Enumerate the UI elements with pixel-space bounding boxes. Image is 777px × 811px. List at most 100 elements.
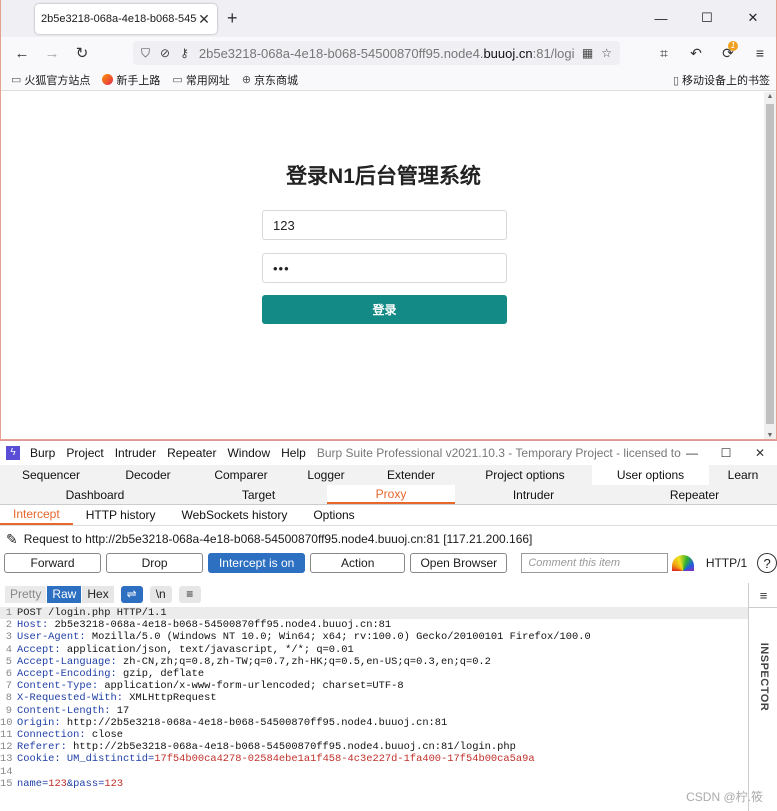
header-value: application/json, text/javascript, */*; …: [66, 643, 354, 656]
inspector-panel[interactable]: ≡ INSPECTOR: [748, 583, 777, 811]
pencil-icon[interactable]: ✎: [6, 531, 18, 548]
header-row: 5 Accept-Language: zh-CN,zh;q=0.8,zh-TW;q…: [5, 655, 491, 668]
login-button[interactable]: 登录: [262, 295, 507, 324]
forward-icon[interactable]: →: [37, 39, 67, 67]
extension-icon[interactable]: ⟳ 1: [712, 39, 744, 67]
tab-sequencer[interactable]: Sequencer: [0, 465, 102, 485]
menu-project[interactable]: Project: [66, 446, 103, 460]
view-hex[interactable]: Hex: [82, 585, 114, 603]
back-icon[interactable]: ←: [7, 39, 37, 67]
intercept-toggle-button[interactable]: Intercept is on: [208, 553, 306, 573]
action-button[interactable]: Action: [310, 553, 406, 573]
bookmarks-bar: ▭ 火狐官方站点 新手上路 ▭ 常用网址 ⊕ 京东商城 ▯ 移动设备上的书签: [1, 69, 776, 91]
header-row: 6 Accept-Encoding: gzip, deflate: [5, 668, 205, 681]
new-tab-icon[interactable]: +: [227, 8, 238, 29]
close-window-icon[interactable]: ✕: [743, 441, 777, 465]
key-icon[interactable]: ⚷: [180, 46, 189, 60]
tab-user-options[interactable]: User options: [592, 465, 709, 485]
undo-icon[interactable]: ↶: [680, 39, 712, 67]
highlight-color-icon[interactable]: [672, 555, 694, 571]
inspector-label[interactable]: INSPECTOR: [758, 632, 770, 722]
header-key: User-Agent: [17, 631, 80, 644]
header-row: 2 Host: 2b5e3218-068a-4e18-b068-54500870f…: [5, 619, 392, 632]
bookmark-firefox-site[interactable]: ▭ 火狐官方站点: [11, 72, 90, 88]
menu-repeater[interactable]: Repeater: [167, 446, 216, 460]
tab-dashboard[interactable]: Dashboard: [0, 485, 190, 504]
mobile-icon: ▯: [672, 74, 679, 87]
close-tab-icon[interactable]: ✕: [197, 11, 211, 28]
crop-icon[interactable]: ⌗: [648, 39, 680, 67]
drop-button[interactable]: Drop: [106, 553, 204, 573]
scroll-up-icon[interactable]: ▲: [764, 93, 776, 100]
url-bar[interactable]: ⛉ ⊘ ⚷ 2b5e3218-068a-4e18-b068-54500870ff…: [133, 41, 620, 65]
comment-input[interactable]: Comment this item: [521, 553, 669, 573]
tab-logger[interactable]: Logger: [288, 465, 364, 485]
wrap-lines-icon[interactable]: ⇌: [120, 585, 143, 603]
request-line: POST /login.php HTTP/1.1: [17, 607, 167, 619]
page-title: 登录N1后台管理系统: [286, 165, 481, 188]
header-value: 2b5e3218-068a-4e18-b068-54500870ff95.nod…: [54, 619, 392, 632]
body-param-name: pass: [73, 777, 99, 790]
body-param-name: name: [17, 777, 42, 790]
request-editor[interactable]: 1 POST /login.php HTTP/1.1 2 Host: 2b5e321…: [0, 607, 748, 811]
nav-bar: ← → ↻ ⛉ ⊘ ⚷ 2b5e3218-068a-4e18-b068-5450…: [1, 37, 776, 69]
maximize-icon[interactable]: ☐: [684, 0, 730, 36]
mobile-bookmarks[interactable]: ▯ 移动设备上的书签: [673, 72, 770, 88]
tab-comparer[interactable]: Comparer: [194, 465, 288, 485]
header-value: 17: [116, 704, 130, 717]
burp-window-controls: — ☐ ✕: [675, 441, 777, 465]
header-key: Origin: [17, 716, 55, 729]
inspector-menu-icon[interactable]: ≡: [749, 588, 777, 603]
body-param-value: 123: [48, 777, 67, 790]
header-value: Mozilla/5.0 (Windows NT 10.0; Win64; x64…: [91, 631, 591, 644]
tab-proxy[interactable]: Proxy: [327, 485, 455, 504]
scrollbar-thumb[interactable]: [766, 104, 774, 424]
view-pretty[interactable]: Pretty: [5, 585, 47, 603]
tab-repeater[interactable]: Repeater: [612, 485, 777, 504]
http-version[interactable]: HTTP/1: [706, 556, 747, 570]
menu-window[interactable]: Window: [227, 446, 270, 460]
password-input[interactable]: •••: [262, 253, 507, 283]
insecure-icon[interactable]: ⊘: [160, 46, 170, 60]
page-scrollbar[interactable]: ▲ ▼: [764, 92, 776, 439]
shield-icon[interactable]: ⛉: [141, 46, 150, 61]
tab-intercept[interactable]: Intercept: [0, 505, 73, 525]
star-icon[interactable]: ☆: [601, 46, 612, 60]
close-window-icon[interactable]: ✕: [730, 0, 776, 36]
tab-websockets-history[interactable]: WebSockets history: [169, 505, 301, 525]
bookmark-getting-started[interactable]: 新手上路: [102, 72, 160, 88]
tab-options[interactable]: Options: [300, 505, 367, 525]
tab-intruder[interactable]: Intruder: [455, 485, 612, 504]
bookmark-jd[interactable]: ⊕ 京东商城: [242, 72, 298, 88]
tab-learn[interactable]: Learn: [709, 465, 777, 485]
minimize-icon[interactable]: —: [638, 0, 684, 36]
menu-intruder[interactable]: Intruder: [115, 446, 156, 460]
qr-code-icon[interactable]: ▦: [582, 46, 593, 60]
divider: [749, 607, 777, 608]
scroll-down-icon[interactable]: ▼: [764, 432, 776, 439]
menu-burp[interactable]: Burp: [30, 446, 55, 460]
bookmark-common-sites[interactable]: ▭ 常用网址: [172, 72, 229, 88]
maximize-icon[interactable]: ☐: [709, 441, 743, 465]
menu-icon[interactable]: ≡: [744, 39, 776, 67]
extension-badge: 1: [728, 41, 738, 51]
open-browser-button[interactable]: Open Browser: [410, 553, 508, 573]
toolbar-icons: ⌗ ↶ ⟳ 1 ≡: [648, 39, 776, 67]
newline-toggle[interactable]: \n: [149, 585, 172, 603]
minimize-icon[interactable]: —: [675, 441, 709, 465]
browser-tab[interactable]: 2b5e3218-068a-4e18-b068-5450 ✕: [35, 4, 217, 34]
username-input[interactable]: 123: [262, 210, 507, 240]
view-raw[interactable]: Raw: [47, 585, 82, 603]
forward-button[interactable]: Forward: [4, 553, 102, 573]
tab-target[interactable]: Target: [190, 485, 327, 504]
reload-icon[interactable]: ↻: [67, 39, 97, 67]
tab-http-history[interactable]: HTTP history: [73, 505, 169, 525]
tab-decoder[interactable]: Decoder: [102, 465, 194, 485]
tab-project-options[interactable]: Project options: [458, 465, 592, 485]
help-icon[interactable]: ?: [757, 553, 777, 573]
menu-help[interactable]: Help: [281, 446, 306, 460]
header-key: Accept-Language: [17, 655, 111, 668]
menu-icon[interactable]: ≡: [178, 585, 201, 603]
url-text[interactable]: 2b5e3218-068a-4e18-b068-54500870ff95.nod…: [199, 46, 574, 61]
tab-extender[interactable]: Extender: [364, 465, 458, 485]
